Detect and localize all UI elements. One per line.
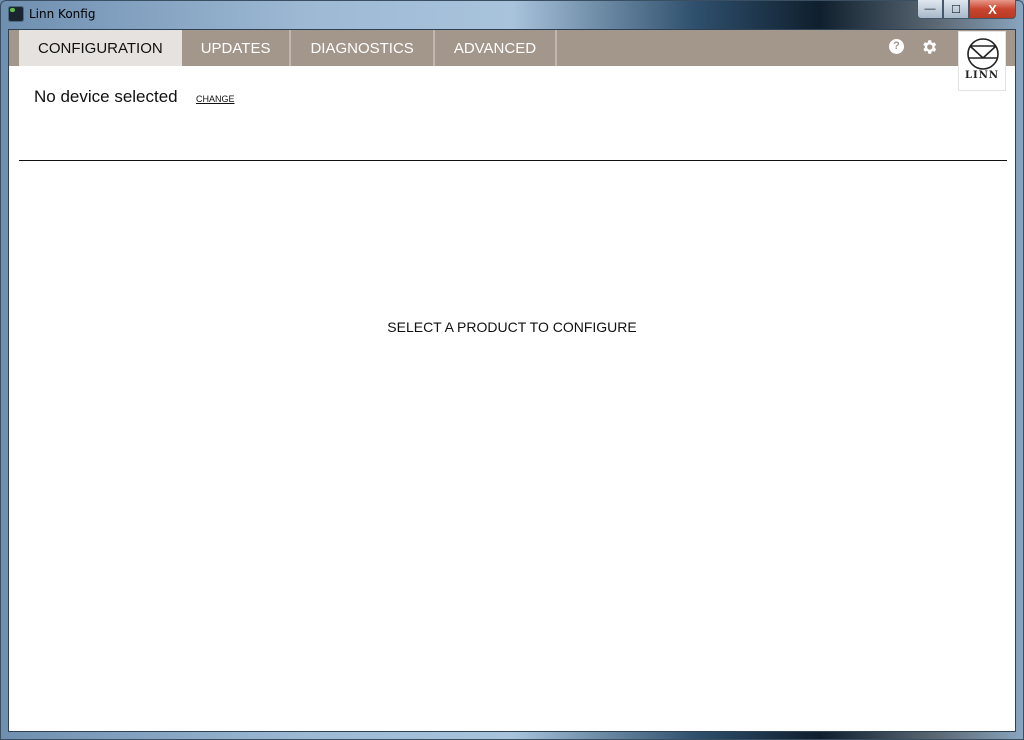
linn-logo: LINN [958,31,1006,91]
change-device-link[interactable]: CHANGE [196,94,235,104]
tab-diagnostics[interactable]: DIAGNOSTICS [291,30,435,66]
close-button[interactable]: X [969,0,1016,19]
tab-configuration[interactable]: CONFIGURATION [19,30,182,66]
maximize-button[interactable]: ☐ [943,0,969,19]
device-status: No device selected [34,87,178,106]
tab-updates[interactable]: UPDATES [182,30,292,66]
logo-text: LINN [965,70,999,81]
tab-list: CONFIGURATION UPDATES DIAGNOSTICS ADVANC… [19,30,558,66]
divider [19,160,1007,161]
tab-advanced[interactable]: ADVANCED [435,30,558,66]
linn-logo-icon [967,38,999,70]
title-bar[interactable]: Linn Konfig — ☐ X [0,0,1024,29]
help-icon[interactable]: ? [889,39,904,54]
window-title: Linn Konfig [29,7,96,21]
app-icon [8,6,24,22]
empty-state-message: SELECT A PRODUCT TO CONFIGURE [387,319,637,335]
nav-bar: CONFIGURATION UPDATES DIAGNOSTICS ADVANC… [9,30,1015,66]
app-content: CONFIGURATION UPDATES DIAGNOSTICS ADVANC… [8,29,1016,732]
window-controls: — ☐ X [917,0,1016,19]
minimize-button[interactable]: — [917,0,943,19]
gear-icon[interactable] [920,38,938,56]
